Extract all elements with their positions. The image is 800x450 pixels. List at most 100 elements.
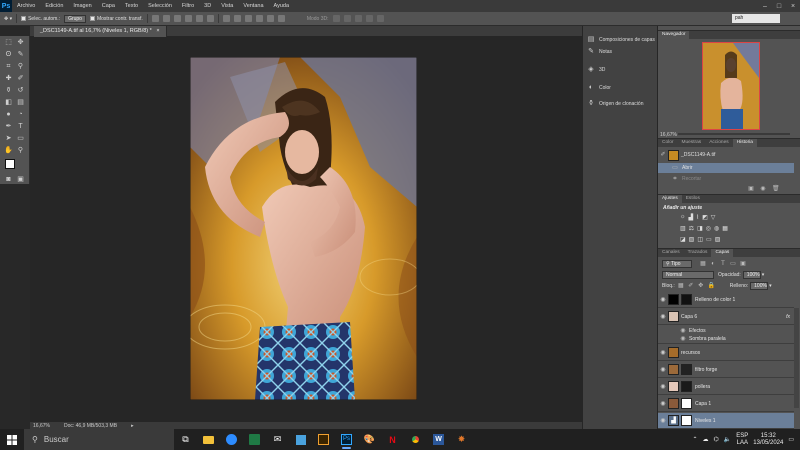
layers-scrollbar[interactable] <box>794 308 799 408</box>
distribute-icon[interactable] <box>277 15 285 22</box>
eraser-tool-icon[interactable]: ◧ <box>4 98 13 107</box>
tab-swatches[interactable]: Muestras <box>677 139 705 147</box>
navigator-preview[interactable] <box>702 42 760 130</box>
effect-eye-icon[interactable]: ◉ <box>680 336 686 342</box>
layer-row[interactable]: ◉ filtro forge <box>658 362 794 378</box>
shape-tool-icon[interactable]: ▭ <box>16 134 25 143</box>
foreground-color-swatch[interactable] <box>5 159 15 169</box>
tray-chevron-icon[interactable]: ⌃ <box>693 436 698 443</box>
opacity-field[interactable]: 100% <box>742 270 761 279</box>
blur-tool-icon[interactable]: ● <box>4 110 13 119</box>
language-indicator[interactable]: ESP LAA <box>736 433 748 447</box>
align-center-icon[interactable] <box>195 15 203 22</box>
document-image[interactable] <box>190 57 417 400</box>
menu-capa[interactable]: Capa <box>97 0 120 12</box>
exposure-icon[interactable]: ◩ <box>702 214 708 221</box>
gradient-tool-icon[interactable]: ▤ <box>16 98 25 107</box>
align-top-icon[interactable] <box>151 15 159 22</box>
menu-imagen[interactable]: Imagen <box>68 0 96 12</box>
task-view-icon[interactable]: ⧉ <box>174 429 197 450</box>
invert-icon[interactable]: ◪ <box>680 236 686 243</box>
move-tool-icon[interactable]: ✥ <box>16 38 25 47</box>
eyedropper-icon[interactable]: ⚲ <box>16 62 25 71</box>
history-state-open[interactable]: ▭ Abrir <box>658 163 794 173</box>
eye-icon[interactable]: ◉ <box>658 383 668 390</box>
layer-row[interactable]: ◉ recursos <box>658 345 794 361</box>
pan-3d-icon[interactable] <box>354 15 362 22</box>
rotate-3d-icon[interactable] <box>332 15 340 22</box>
panel-button-color[interactable]: ◐ Color <box>587 84 611 92</box>
bridge-icon[interactable] <box>312 429 335 450</box>
gradient-map-icon[interactable]: ▭ <box>706 236 712 243</box>
menu-archivo[interactable]: Archivo <box>12 0 40 12</box>
document-tab[interactable]: _DSC1149-A.tif al 16,7% (Niveles 1, RGB/… <box>34 26 167 37</box>
maximize-icon[interactable]: □ <box>772 3 786 10</box>
lock-transparency-icon[interactable]: ▦ <box>678 283 684 289</box>
slide-3d-icon[interactable] <box>365 15 373 22</box>
layer-row-selected[interactable]: ◉ ▟ Niveles 1 <box>658 413 794 429</box>
start-button[interactable] <box>0 429 24 450</box>
menu-ayuda[interactable]: Ayuda <box>269 0 295 12</box>
levels-icon[interactable]: ▟ <box>689 214 694 221</box>
tab-navigator[interactable]: Navegador <box>658 31 690 39</box>
distribute-icon[interactable] <box>255 15 263 22</box>
hue-saturation-icon[interactable]: ▥ <box>680 225 686 232</box>
align-left-icon[interactable] <box>184 15 192 22</box>
blend-mode-dropdown[interactable]: Normal <box>662 270 714 279</box>
layer-row[interactable]: ◉ Capa 1 <box>658 396 794 412</box>
panel-button-3d[interactable]: ◈ 3D <box>587 66 605 74</box>
menu-3d[interactable]: 3D <box>199 0 216 12</box>
align-right-icon[interactable] <box>206 15 214 22</box>
layer-row[interactable]: ◉ pollera <box>658 379 794 395</box>
navigator-zoom-slider[interactable] <box>678 133 790 135</box>
close-tab-icon[interactable]: × <box>156 28 159 34</box>
distribute-icon[interactable] <box>266 15 274 22</box>
layer-filter-dropdown[interactable]: ⚲ Tipo <box>662 259 692 268</box>
trash-icon[interactable]: 🗑 <box>772 186 780 192</box>
eye-icon[interactable]: ◉ <box>658 417 668 424</box>
history-brush-icon[interactable]: ↺ <box>16 86 25 95</box>
new-document-icon[interactable]: ▣ <box>748 186 754 192</box>
show-transform-checkbox[interactable]: Mostrar contr. transf. <box>89 16 143 22</box>
align-bottom-icon[interactable] <box>173 15 181 22</box>
brush-tool-icon[interactable]: ✐ <box>16 74 25 83</box>
canvas-area[interactable] <box>30 37 582 421</box>
paint-icon[interactable]: 🎨 <box>358 429 381 450</box>
layer-row[interactable]: ◉ Relleno de color 1 <box>658 292 794 308</box>
store-icon[interactable] <box>289 429 312 450</box>
tab-actions[interactable]: Acciones <box>705 139 732 147</box>
brightness-icon[interactable]: ☼ <box>680 214 686 221</box>
distribute-icon[interactable] <box>244 15 252 22</box>
tab-styles[interactable]: Estilos <box>682 195 704 203</box>
netflix-icon[interactable]: N <box>381 429 404 450</box>
menu-vista[interactable]: Vista <box>216 0 238 12</box>
history-state-crop[interactable]: ⌗ Recortar <box>658 174 794 184</box>
eye-icon[interactable]: ◉ <box>658 313 668 320</box>
panel-button-layer-comps[interactable]: ▤ Composiciones de capas <box>587 36 655 44</box>
panel-button-notes[interactable]: ✎ Notas <box>587 48 612 56</box>
quick-mask-icon[interactable]: ◙ <box>4 175 13 184</box>
word-icon[interactable]: W <box>427 429 450 450</box>
tab-adjustments[interactable]: Ajustes <box>658 195 682 203</box>
close-icon[interactable]: × <box>786 3 800 10</box>
minimize-icon[interactable]: – <box>758 3 772 10</box>
threshold-icon[interactable]: ◫ <box>697 236 703 243</box>
move-tool-preset[interactable]: ✥ ▾ <box>4 16 12 22</box>
fill-field[interactable]: 100% <box>750 281 769 290</box>
black-white-icon[interactable]: ◨ <box>697 225 703 232</box>
path-select-icon[interactable]: ➤ <box>4 134 13 143</box>
lock-position-icon[interactable]: ✥ <box>698 283 704 289</box>
channel-mixer-icon[interactable]: ◍ <box>714 225 719 232</box>
adjustment-filter-icon[interactable]: ◐ <box>710 261 716 267</box>
photoshop-taskbar-icon[interactable]: Ps <box>335 429 358 450</box>
zoom-app-icon[interactable] <box>220 429 243 450</box>
healing-brush-icon[interactable]: ✚ <box>4 74 13 83</box>
menu-seleccion[interactable]: Selección <box>143 0 177 12</box>
color-balance-icon[interactable]: ⚖ <box>689 225 694 232</box>
align-middle-icon[interactable] <box>162 15 170 22</box>
opacity-dropdown-icon[interactable]: ▾ <box>762 272 765 278</box>
eye-icon[interactable]: ◉ <box>658 296 668 303</box>
type-filter-icon[interactable]: T <box>720 261 726 267</box>
roll-3d-icon[interactable] <box>343 15 351 22</box>
taskbar-search[interactable]: ⚲ Buscar <box>24 429 174 450</box>
